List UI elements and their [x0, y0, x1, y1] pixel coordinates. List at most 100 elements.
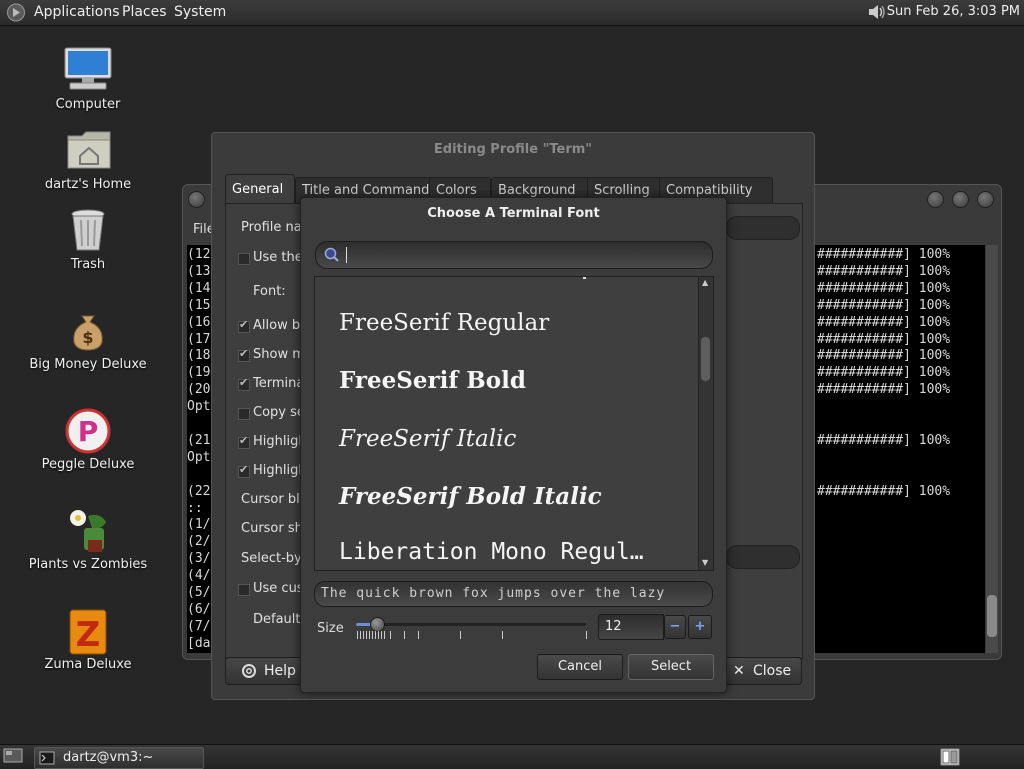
font-search-input[interactable] — [315, 241, 713, 269]
desktop-icon-plants-vs-zombies[interactable]: Plants vs Zombies — [18, 506, 158, 576]
terminal-progress-line: ###########] 100% — [817, 297, 951, 313]
profile-option-label: Show m — [253, 347, 305, 362]
desktop-icon-peggle[interactable]: P Peggle Deluxe — [18, 406, 158, 476]
help-button[interactable]: Help — [225, 657, 305, 685]
dialog-title: Editing Profile "Term" — [433, 142, 593, 157]
scroll-down-icon[interactable]: ▼ — [702, 558, 708, 567]
cancel-button[interactable]: Cancel — [537, 654, 623, 680]
desktop-icon-label: Plants vs Zombies — [28, 557, 148, 572]
desktop-icon-home[interactable]: dartz's Home — [18, 126, 158, 196]
terminal-line: (13 — [187, 263, 211, 279]
profile-option-label: Termina — [253, 376, 305, 391]
size-slider-tick — [460, 631, 461, 639]
size-decrease-button[interactable]: − — [664, 615, 686, 639]
scroll-up-icon[interactable]: ▲ — [702, 278, 708, 287]
desktop-icon-label: dartz's Home — [44, 177, 132, 192]
profile-option-label: Profile nar — [241, 220, 308, 235]
size-label: Size — [317, 621, 344, 636]
maximize-button[interactable] — [952, 191, 969, 208]
help-icon — [242, 664, 256, 678]
tab-general[interactable]: General — [225, 174, 295, 204]
terminal-line: (2/ — [187, 534, 211, 550]
size-slider-knob[interactable] — [370, 617, 385, 632]
places-menu[interactable]: Places — [122, 4, 167, 20]
clock[interactable]: Sun Feb 26, 3:03 PM — [887, 4, 1020, 19]
profile-option-checkbox[interactable] — [238, 434, 250, 449]
size-slider-tick — [378, 631, 379, 639]
desktop-icon-label: Computer — [55, 97, 121, 112]
desktop-icon-computer[interactable]: Computer — [18, 44, 158, 116]
font-item-freeserif-regular[interactable]: FreeSerif Regular — [339, 310, 549, 336]
close-window-button[interactable] — [977, 191, 994, 208]
profile-option-label: Use the — [253, 250, 303, 265]
peggle-icon: P — [65, 408, 111, 454]
search-icon — [324, 247, 339, 262]
show-desktop-icon[interactable] — [3, 748, 23, 765]
size-increase-button[interactable]: + — [688, 615, 712, 639]
profile-option-checkbox[interactable] — [238, 376, 250, 391]
custom-command-input[interactable] — [726, 545, 800, 569]
window-menu-button[interactable] — [188, 191, 205, 208]
font-list-scrollbar[interactable]: ▲ ▼ — [698, 276, 714, 571]
plants-vs-zombies-icon — [70, 510, 106, 552]
gnome-logo-icon[interactable] — [6, 3, 26, 22]
terminal-progress-line: ###########] 100% — [817, 331, 951, 347]
font-list[interactable]: FreeSerif Regular FreeSerif Bold FreeSer… — [314, 276, 700, 571]
size-slider-tick — [375, 631, 376, 639]
font-chooser-dialog: Choose A Terminal Font FreeSerif Regular… — [300, 197, 727, 693]
terminal-line: (4/ — [187, 568, 211, 584]
size-slider-tick — [384, 631, 385, 639]
terminal-progress-line: ###########] 100% — [817, 365, 951, 381]
profile-option-label: Select-by- — [241, 551, 307, 566]
close-button[interactable]: ✕ Close — [724, 657, 802, 685]
profile-option-checkbox[interactable] — [238, 463, 250, 478]
profile-option-checkbox[interactable] — [238, 318, 250, 333]
font-item-freeserif-bold[interactable]: FreeSerif Bold — [339, 367, 526, 394]
font-list-scroll-thumb[interactable] — [701, 337, 710, 381]
terminal-line: (12 — [187, 247, 211, 262]
workspace-switcher-icon[interactable] — [940, 748, 960, 766]
terminal-line: (20 — [187, 382, 211, 398]
font-item-liberation-mono-regular[interactable]: Liberation Mono Regul… — [339, 539, 644, 565]
desktop-icon-big-money[interactable]: $ Big Money Deluxe — [18, 308, 158, 376]
profile-option-checkbox[interactable] — [238, 408, 250, 420]
terminal-progress-line: ###########] 100% — [817, 280, 951, 296]
terminal-line: (17 — [187, 331, 211, 347]
terminal-line: Opt — [187, 399, 211, 415]
profile-option-checkbox[interactable] — [238, 584, 250, 596]
desktop-icon-trash[interactable]: Trash — [18, 206, 158, 276]
desktop-icon-zuma[interactable]: Z Zuma Deluxe — [18, 606, 158, 676]
size-slider-tick — [390, 631, 391, 639]
terminal-line: (14 — [187, 280, 211, 296]
profile-name-input[interactable] — [726, 216, 800, 240]
close-label: Close — [753, 663, 792, 679]
svg-text:P: P — [78, 415, 99, 448]
close-icon: ✕ — [733, 663, 745, 679]
terminal-scrollbar[interactable] — [986, 245, 998, 653]
terminal-progress-line: ###########] 100% — [817, 483, 951, 499]
zuma-icon: Z — [69, 609, 107, 655]
system-menu[interactable]: System — [174, 4, 226, 20]
trash-icon — [71, 209, 105, 251]
volume-icon[interactable] — [866, 2, 888, 22]
size-slider-tick — [381, 631, 382, 639]
terminal-line: (1/ — [187, 517, 211, 533]
profile-option-checkbox[interactable] — [238, 253, 250, 265]
terminal-progress-line: ###########] 100% — [817, 314, 951, 330]
size-slider-tick — [357, 631, 358, 639]
font-item-freeserif-bold-italic[interactable]: FreeSerif Bold Italic — [339, 483, 602, 510]
font-item-freeserif-italic[interactable]: FreeSerif Italic — [339, 426, 516, 452]
size-spin-input[interactable]: 12 — [598, 614, 664, 640]
size-slider[interactable] — [356, 617, 587, 645]
terminal-progress-line: ###########] 100% — [817, 348, 951, 364]
applications-menu[interactable]: Applications — [34, 4, 120, 20]
font-preview-field[interactable]: The quick brown fox jumps over the lazy — [314, 581, 713, 607]
minimize-button[interactable] — [927, 191, 944, 208]
home-folder-icon — [67, 131, 111, 169]
terminal-scrollbar-thumb[interactable] — [987, 595, 997, 637]
svg-text:$: $ — [82, 328, 93, 347]
profile-option-checkbox[interactable] — [238, 347, 250, 362]
text-caret — [346, 247, 347, 263]
select-button[interactable]: Select — [628, 654, 714, 680]
taskbar-terminal-button[interactable]: dartz@vm3:~ — [34, 747, 204, 769]
